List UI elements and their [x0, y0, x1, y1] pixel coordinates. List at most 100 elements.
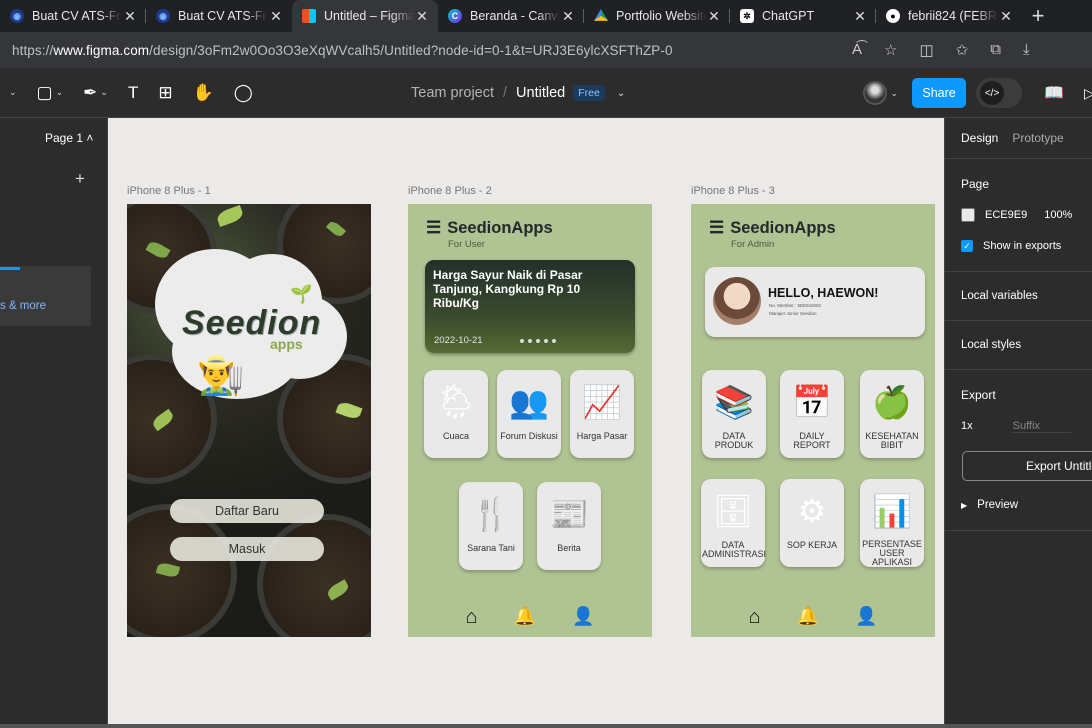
- tab-title: ChatGPT: [762, 9, 815, 23]
- tab-design[interactable]: Design: [961, 131, 998, 145]
- page-selector[interactable]: Page 1 ˄: [45, 131, 93, 145]
- home-icon[interactable]: ⌂: [749, 606, 761, 629]
- shape-tool[interactable]: ▢ ⌄: [31, 77, 70, 109]
- frame-label[interactable]: iPhone 8 Plus - 3: [691, 185, 775, 197]
- frame-user-home[interactable]: ☰ SeedionApps For User Harga Sayur Naik d…: [408, 204, 652, 637]
- bottom-nav: ⌂ 🔔 👤: [408, 606, 652, 629]
- news-banner[interactable]: Harga Sayur Naik di Pasar Tanjung, Kangk…: [425, 260, 635, 353]
- bell-icon[interactable]: 🔔: [797, 606, 819, 629]
- breadcrumb-separator: /: [503, 85, 508, 101]
- close-icon[interactable]: ✕: [852, 8, 868, 25]
- close-icon[interactable]: ✕: [560, 8, 576, 25]
- comment-tool[interactable]: ◯: [228, 77, 259, 109]
- tab-prototype[interactable]: Prototype: [1012, 131, 1063, 145]
- bell-icon[interactable]: 🔔: [514, 606, 536, 629]
- present-icon[interactable]: ▷: [1084, 85, 1092, 102]
- read-aloud-icon[interactable]: A͡: [852, 41, 862, 59]
- file-name[interactable]: Untitled: [516, 85, 565, 101]
- url-field[interactable]: https://www.figma.com/design/3oFm2w0Oo3O…: [12, 43, 842, 58]
- tab-title: Beranda - Canva: [470, 9, 560, 23]
- menu-card-daily-report[interactable]: 📅 DAILY REPORT: [780, 370, 844, 458]
- avatar[interactable]: [862, 81, 887, 105]
- dev-mode-toggle[interactable]: </>: [976, 78, 1023, 108]
- browser-tab[interactable]: ◉ Buat CV ATS-Fr ✕: [0, 0, 146, 32]
- bg-color-swatch[interactable]: [961, 208, 975, 222]
- browser-tab[interactable]: ● febrii824 (FEBRII ✕: [876, 0, 1022, 32]
- browser-tab[interactable]: ◉ Buat CV ATS-Fr ✕: [146, 0, 292, 32]
- frame-splash[interactable]: Seedion apps 🌱 👨‍🌾 Daftar Baru Masuk: [127, 204, 371, 637]
- chevron-down-icon[interactable]: ⌄: [891, 88, 899, 99]
- new-tab-button[interactable]: +: [1022, 0, 1054, 32]
- downloads-icon[interactable]: ⤓: [1023, 41, 1030, 59]
- browser-tab[interactable]: Portfolio Website ✕: [584, 0, 730, 32]
- news-date: 2022-10-21: [434, 335, 483, 346]
- home-icon[interactable]: ⌂: [466, 606, 478, 629]
- hand-icon: ✋: [192, 82, 214, 102]
- close-icon[interactable]: ✕: [414, 8, 430, 25]
- preview-toggle[interactable]: Preview: [977, 499, 1018, 511]
- browser-tab[interactable]: ✲ ChatGPT ✕: [730, 0, 876, 32]
- bg-opacity[interactable]: 100%: [1044, 209, 1072, 221]
- rectangle-icon: ▢: [36, 82, 53, 102]
- local-styles-link[interactable]: Local styles: [961, 339, 1021, 351]
- menu-card-seed-health[interactable]: 🍏 KESEHATAN BIBIT: [860, 370, 924, 458]
- menu-card-forum[interactable]: 👥 Forum Diskusi: [497, 370, 561, 458]
- library-icon[interactable]: 📖: [1044, 83, 1064, 103]
- close-icon[interactable]: ✕: [122, 8, 138, 25]
- frame-label[interactable]: iPhone 8 Plus - 1: [127, 185, 211, 197]
- google-drive-icon: [594, 9, 608, 21]
- layer-selection[interactable]: [0, 266, 91, 326]
- github-icon: ●: [886, 9, 900, 23]
- share-button[interactable]: Share: [912, 78, 967, 108]
- export-scale[interactable]: 1x: [961, 420, 973, 433]
- hand-tool[interactable]: ✋: [187, 77, 220, 109]
- user-icon[interactable]: 👤: [855, 606, 877, 629]
- menu-card-news[interactable]: 📰 Berita: [537, 482, 601, 570]
- close-icon[interactable]: ✕: [706, 8, 722, 25]
- split-screen-icon[interactable]: ◫: [919, 41, 933, 59]
- menu-card-user-percentage[interactable]: 📊 PERSENTASE USER APLIKASI: [860, 479, 924, 567]
- app-role-label: For Admin: [731, 239, 775, 250]
- export-button[interactable]: Export Untitled: [962, 451, 1092, 481]
- export-suffix-input[interactable]: Suffix: [1012, 420, 1071, 433]
- login-button[interactable]: Masuk: [170, 537, 324, 561]
- local-variables-link[interactable]: Local variables: [961, 290, 1038, 302]
- menu-card-product-data[interactable]: 📚 DATA PRODUK: [702, 370, 766, 458]
- more-layers-link[interactable]: s & more: [0, 300, 46, 312]
- menu-card-admin-data[interactable]: 🗄 DATA ADMINISTRASI: [701, 479, 766, 567]
- browser-tab-active[interactable]: Untitled – Figma ✕: [292, 0, 438, 32]
- database-gear-icon: 🗄: [712, 493, 754, 529]
- hamburger-menu-icon[interactable]: ☰: [426, 218, 441, 238]
- carousel-dots[interactable]: [520, 339, 556, 343]
- favorites-icon[interactable]: ✩: [956, 41, 969, 59]
- team-name[interactable]: Team project: [411, 85, 494, 101]
- frame-label[interactable]: iPhone 8 Plus - 2: [408, 185, 492, 197]
- user-icon[interactable]: 👤: [572, 606, 594, 629]
- chevron-down-icon[interactable]: ⌄: [617, 88, 625, 99]
- add-page-icon[interactable]: +: [75, 169, 85, 189]
- resources-tool[interactable]: ⊞: [152, 77, 178, 109]
- close-icon[interactable]: ✕: [268, 8, 284, 25]
- close-icon[interactable]: ✕: [998, 8, 1014, 25]
- admin-profile-card[interactable]: HELLO, HAEWON! No. Member : 5EE042002 Ma…: [705, 267, 925, 337]
- design-canvas[interactable]: iPhone 8 Plus - 1 iPhone 8 Plus - 2 iPho…: [108, 118, 944, 724]
- frame-admin-home[interactable]: ☰ SeedionApps For Admin HELLO, HAEWON! No…: [691, 204, 935, 637]
- fork-knife-icon: 🍴: [471, 496, 511, 532]
- hamburger-menu-icon[interactable]: ☰: [709, 218, 724, 238]
- menu-card-tools[interactable]: 🍴 Sarana Tani: [459, 482, 523, 570]
- show-in-exports-checkbox[interactable]: ✓: [961, 240, 973, 252]
- menu-chevron-icon[interactable]: ⌄: [0, 77, 23, 109]
- browser-tab[interactable]: C Beranda - Canva ✕: [438, 0, 584, 32]
- bg-color-hex[interactable]: ECE9E9: [985, 209, 1027, 221]
- menu-card-sop[interactable]: ⚙ SOP KERJA: [780, 479, 844, 567]
- favorite-star-icon[interactable]: ☆: [884, 41, 897, 59]
- menu-card-market-price[interactable]: 📈 Harga Pasar: [570, 370, 634, 458]
- register-button[interactable]: Daftar Baru: [170, 499, 324, 523]
- address-bar: https://www.figma.com/design/3oFm2w0Oo3O…: [0, 32, 1092, 68]
- collections-icon[interactable]: ⧉: [990, 41, 1001, 59]
- leaf-image: [215, 204, 245, 228]
- pen-tool[interactable]: ✒ ⌄: [77, 77, 114, 109]
- caret-right-icon[interactable]: ▶: [961, 501, 967, 510]
- menu-card-weather[interactable]: 🌦 Cuaca: [424, 370, 488, 458]
- text-tool[interactable]: T: [122, 77, 144, 109]
